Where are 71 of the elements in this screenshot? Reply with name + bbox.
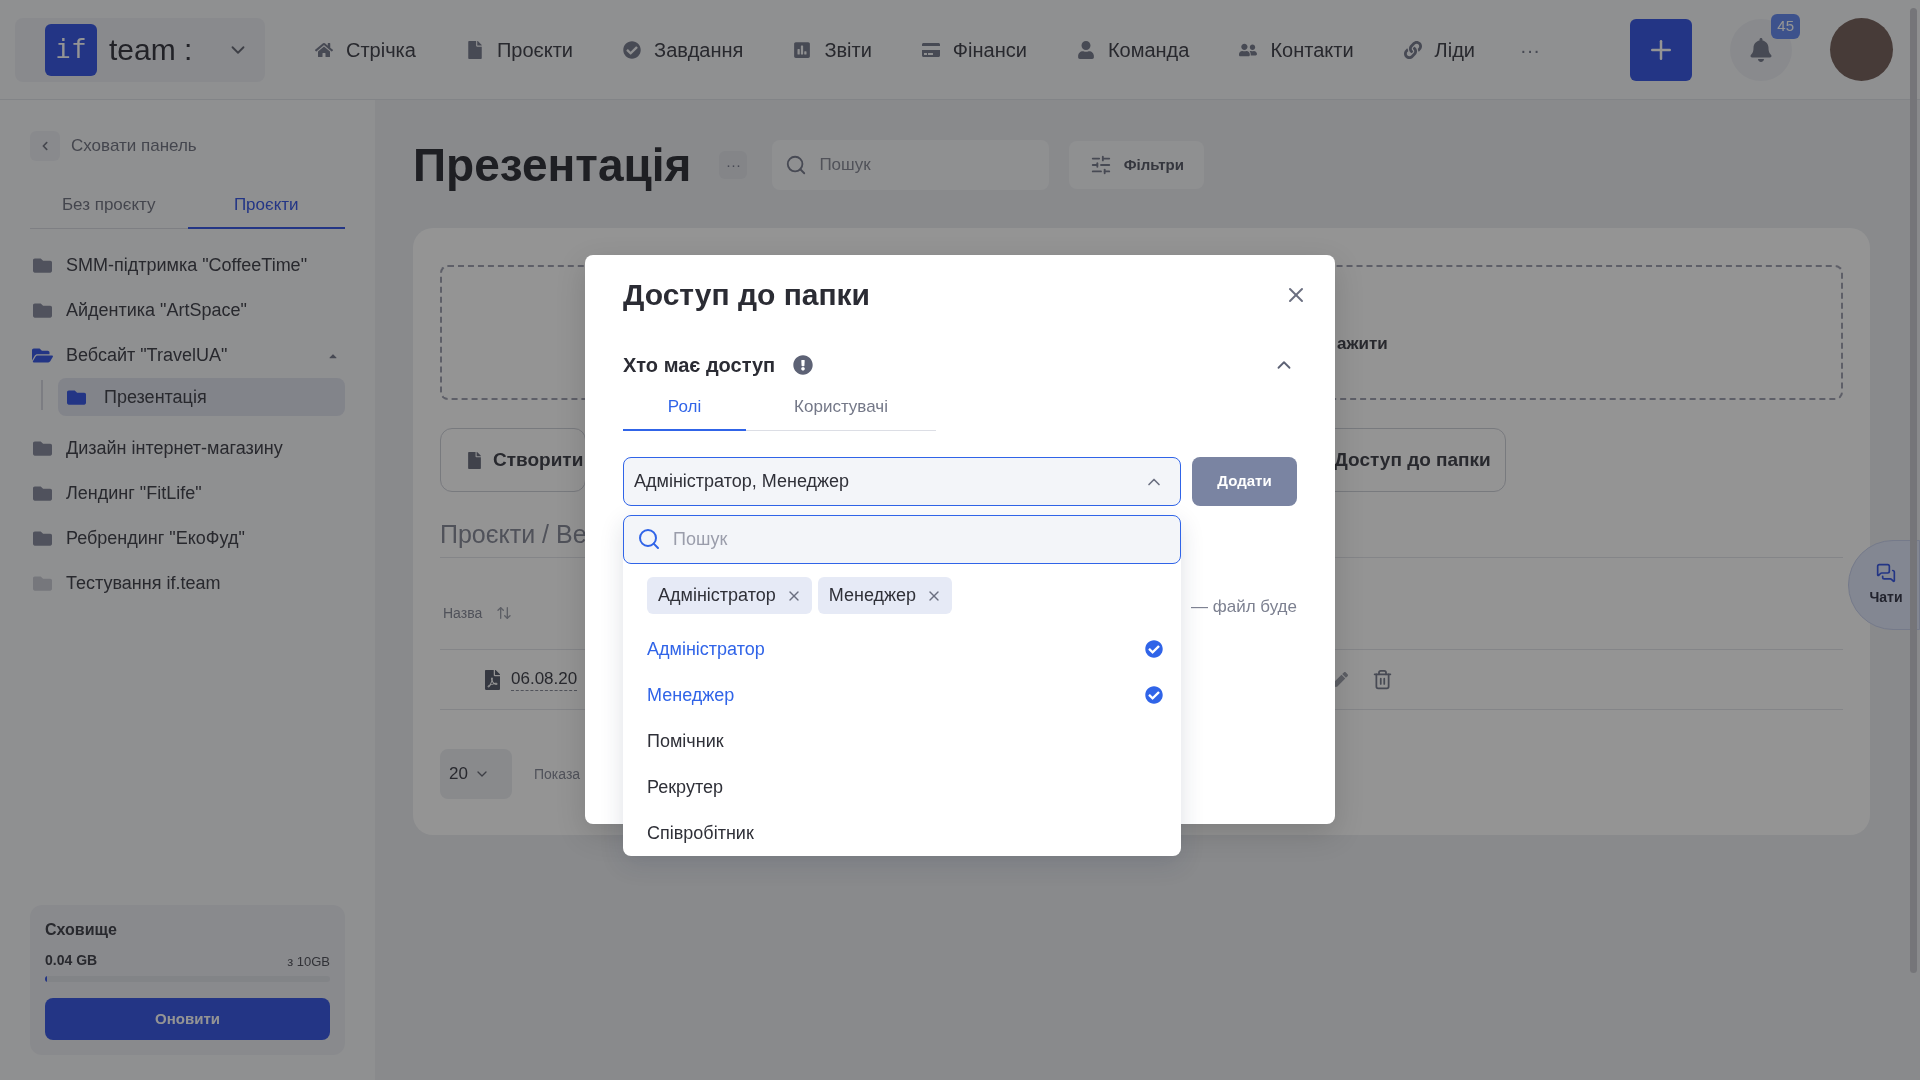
dialog-tab[interactable]: Користувачі xyxy=(746,385,936,431)
role-option[interactable]: Помічник xyxy=(623,718,1181,764)
pagination-summary: Показа xyxy=(534,764,581,784)
folder-item[interactable]: Айдентика "ArtSpace" xyxy=(30,288,345,333)
role-option[interactable]: Адміністратор xyxy=(623,626,1181,672)
chevron-left-icon xyxy=(30,131,60,161)
folder-item[interactable]: Тестування if.team xyxy=(30,561,345,606)
add-button[interactable] xyxy=(1630,18,1692,81)
hide-panel-button[interactable]: Сховати панель xyxy=(30,131,197,161)
upload-link[interactable]: ажити xyxy=(1337,330,1388,357)
add-roles-button[interactable]: Додати xyxy=(1192,457,1297,506)
storage-title: Сховище xyxy=(45,920,118,940)
nav-link[interactable]: Фінанси xyxy=(921,34,1027,65)
storage-total: з 10GB xyxy=(287,952,330,971)
pdf-file-icon xyxy=(484,669,501,690)
chat-icon xyxy=(1876,562,1896,583)
role-option[interactable]: Рекрутер xyxy=(623,764,1181,810)
sidebar-tab[interactable]: Без проєкту xyxy=(30,183,188,229)
dialog-title: Доступ до папки xyxy=(623,280,871,310)
upgrade-button[interactable]: Оновити xyxy=(45,998,330,1040)
file-name[interactable]: 06.08.20 xyxy=(511,668,578,691)
logo-mark: if xyxy=(45,23,97,76)
access-note: — файл буде xyxy=(1191,596,1297,618)
file-icon xyxy=(468,451,481,469)
user-icon xyxy=(1076,40,1095,59)
bell-icon xyxy=(1750,37,1772,62)
sliders-icon xyxy=(1089,154,1112,176)
workspace-switcher[interactable]: if team : xyxy=(15,17,265,82)
role-option[interactable]: Співробітник xyxy=(623,810,1181,856)
search-icon xyxy=(785,154,808,176)
breadcrumb: Проєкти / Ве xyxy=(440,519,587,549)
role-tag-label: Адміністратор xyxy=(658,584,776,607)
nav-link[interactable]: Звіти xyxy=(793,34,872,65)
role-option[interactable]: Менеджер xyxy=(623,672,1181,718)
search-icon xyxy=(637,527,661,551)
credit-card-icon xyxy=(921,40,940,59)
notification-badge: 45 xyxy=(1771,13,1800,39)
section-title: Хто має доступ xyxy=(623,353,776,378)
link-icon xyxy=(1403,40,1422,59)
nav-link[interactable]: Контакти xyxy=(1239,34,1354,65)
trash-icon[interactable] xyxy=(1372,669,1393,690)
folder-item[interactable]: Вебсайт "TravelUA" xyxy=(30,333,345,378)
dialog-tab[interactable]: Ролі xyxy=(623,385,746,431)
folder-item[interactable]: Лендинг "FitLife" xyxy=(30,471,345,516)
nav-link[interactable]: Стрічка xyxy=(315,34,416,65)
sidebar-tab[interactable]: Проєкти xyxy=(187,183,345,229)
nav-link[interactable]: Завдання xyxy=(623,34,744,65)
search-field[interactable]: Пошук xyxy=(772,140,1050,190)
bar-chart-icon xyxy=(793,40,812,59)
folder-item[interactable]: Ребрендинг "ЕкоФуд" xyxy=(30,516,345,561)
column-header[interactable]: Назва xyxy=(443,602,483,624)
folder-item[interactable]: Презентація xyxy=(58,378,345,416)
sort-icon[interactable] xyxy=(496,605,513,621)
nav-link[interactable]: Ліди xyxy=(1403,34,1475,65)
roles-select[interactable]: Адміністратор, Менеджер xyxy=(623,457,1181,506)
home-icon xyxy=(315,40,333,59)
storage-used: 0.04 GB xyxy=(45,951,98,970)
pencil-icon[interactable] xyxy=(1333,672,1348,687)
roles-search-field[interactable]: Пошук xyxy=(623,515,1181,564)
more-menu[interactable]: ··· xyxy=(1520,34,1540,65)
more-button[interactable]: ··· xyxy=(719,151,748,179)
nav-link[interactable]: Проєкти xyxy=(465,34,574,65)
folder-icon xyxy=(66,387,87,407)
file-icon xyxy=(465,40,484,59)
folder-item[interactable]: Дизайн інтернет-магазину xyxy=(30,426,345,471)
nav-link[interactable]: Команда xyxy=(1076,34,1190,65)
filters-button[interactable]: Фільтри xyxy=(1069,141,1205,189)
page-size-select[interactable]: 20 xyxy=(440,749,512,799)
folder-item[interactable]: SMM-підтримка "CoffeeTime" xyxy=(30,243,345,288)
info-icon[interactable] xyxy=(793,355,814,375)
role-tag-label: Менеджер xyxy=(828,584,917,607)
